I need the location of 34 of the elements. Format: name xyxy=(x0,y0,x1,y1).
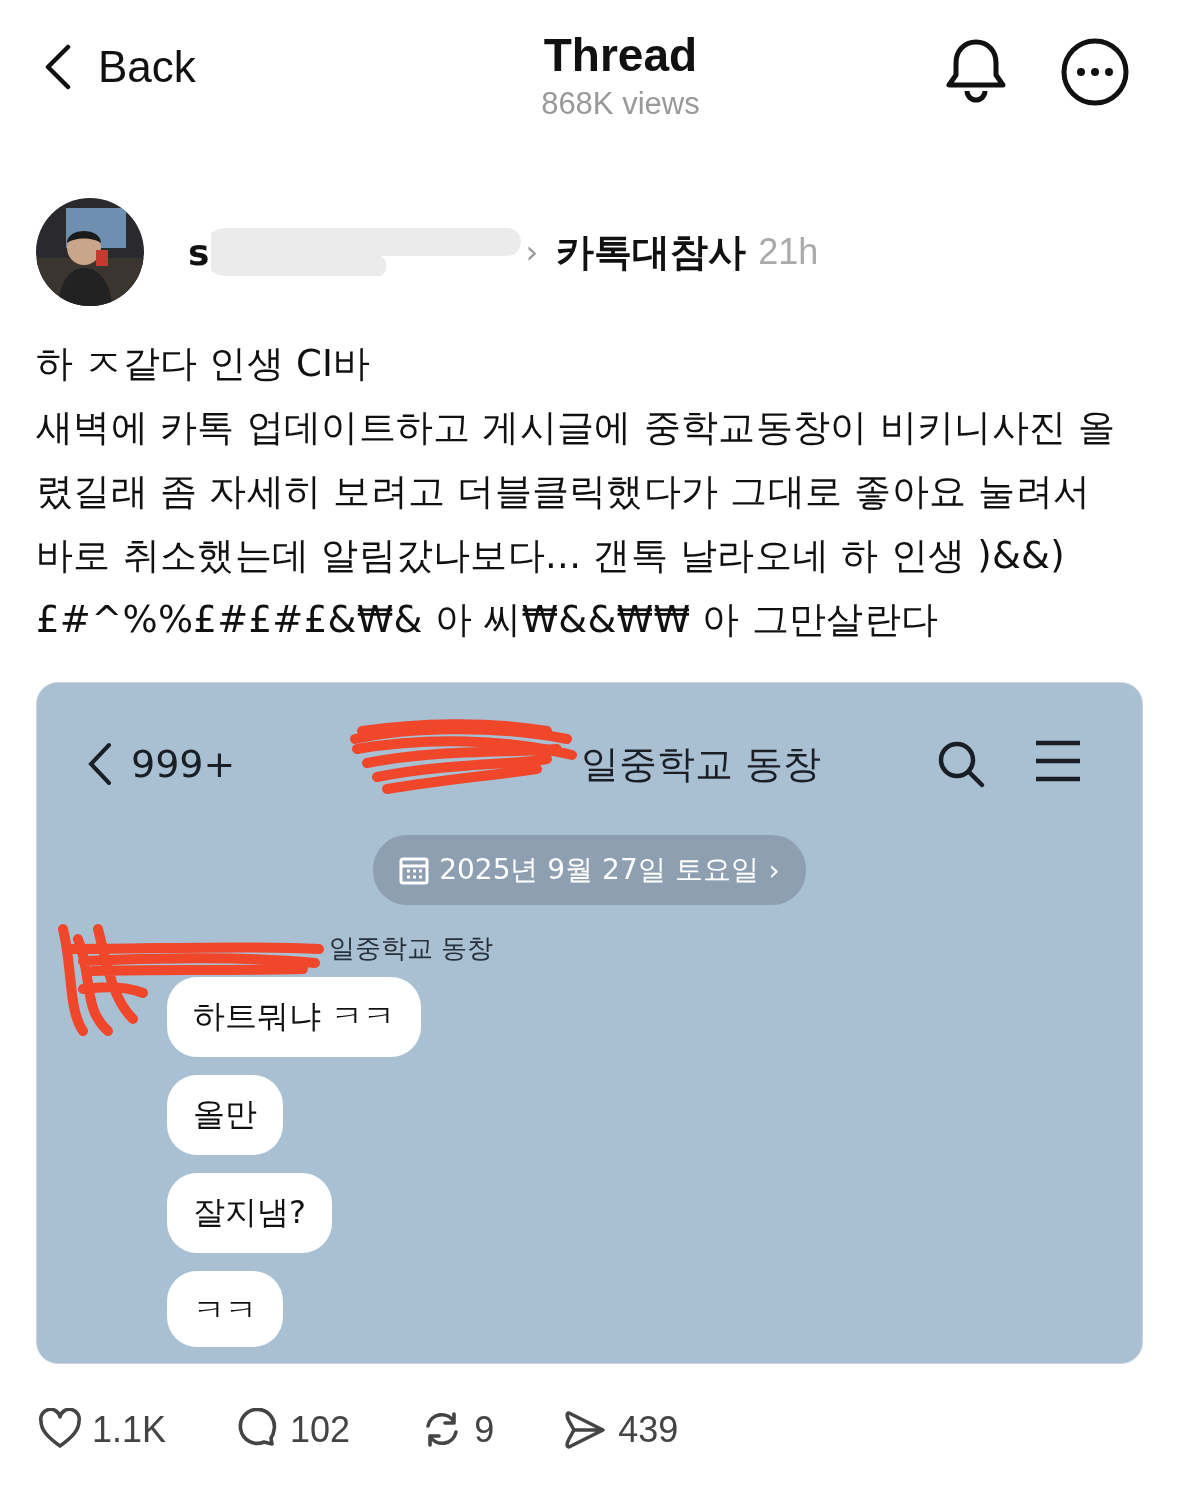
chat-title: 일중학교 동창 xyxy=(579,740,821,788)
post-text: 하 ㅈ같다 인생 CI바 xyxy=(36,341,372,387)
post-time: 21h xyxy=(758,231,819,273)
view-count: 868K views xyxy=(541,86,700,122)
date-label: 2025년 9월 27일 토요일 xyxy=(439,852,759,888)
back-chevron-icon xyxy=(87,742,113,786)
more-button[interactable] xyxy=(1061,38,1129,106)
menu-icon xyxy=(1034,739,1082,783)
message-bubble: 잘지냄? xyxy=(167,1173,332,1253)
action-count: 1.1K xyxy=(92,1409,167,1451)
like-button[interactable]: 1.1K xyxy=(38,1408,167,1452)
message-bubble: ㅋㅋ xyxy=(167,1271,283,1347)
reply-button[interactable]: 102 xyxy=(236,1408,351,1452)
back-chevron-icon xyxy=(44,44,72,90)
topic-tag[interactable]: 카톡대참사 xyxy=(556,226,747,278)
message-bubble: 하트뭐냐 ㅋㅋ xyxy=(167,977,422,1057)
chevron-icon: › xyxy=(768,853,780,887)
share-button[interactable]: 439 xyxy=(564,1408,679,1452)
repost-button[interactable]: 9 xyxy=(420,1408,495,1452)
post-text: 새벽에 카톡 업데이트하고 게시글에 중학교동창이 비키니사진 올렸길래 좀 자세히 보려고 더블클릭했다가 그대로 좋아요 눌려서 바로 취소했는데 알림갔나보다... 갠톡 날라오네 하 인생 )&&)£#^%%£#£#£&₩& 아 씨₩&&₩₩ 아 그만살란다 xyxy=(36,405,1117,643)
bell-icon xyxy=(945,38,1007,104)
chat-back-label: 999+ xyxy=(87,742,236,786)
chevron-icon: › xyxy=(525,233,539,271)
sender-name: 일중학교 동창 xyxy=(329,933,494,963)
calendar-icon xyxy=(399,855,430,885)
search-icon xyxy=(936,739,986,789)
action-count: 439 xyxy=(618,1409,679,1451)
action-count: 102 xyxy=(290,1409,351,1451)
username[interactable]: s xyxy=(188,231,210,273)
more-icon xyxy=(1061,38,1129,106)
message-bubble: 올만 xyxy=(167,1075,283,1155)
page-title: Thread xyxy=(543,28,698,82)
back-button[interactable]: Back xyxy=(44,28,196,92)
action-count: 9 xyxy=(474,1409,495,1451)
